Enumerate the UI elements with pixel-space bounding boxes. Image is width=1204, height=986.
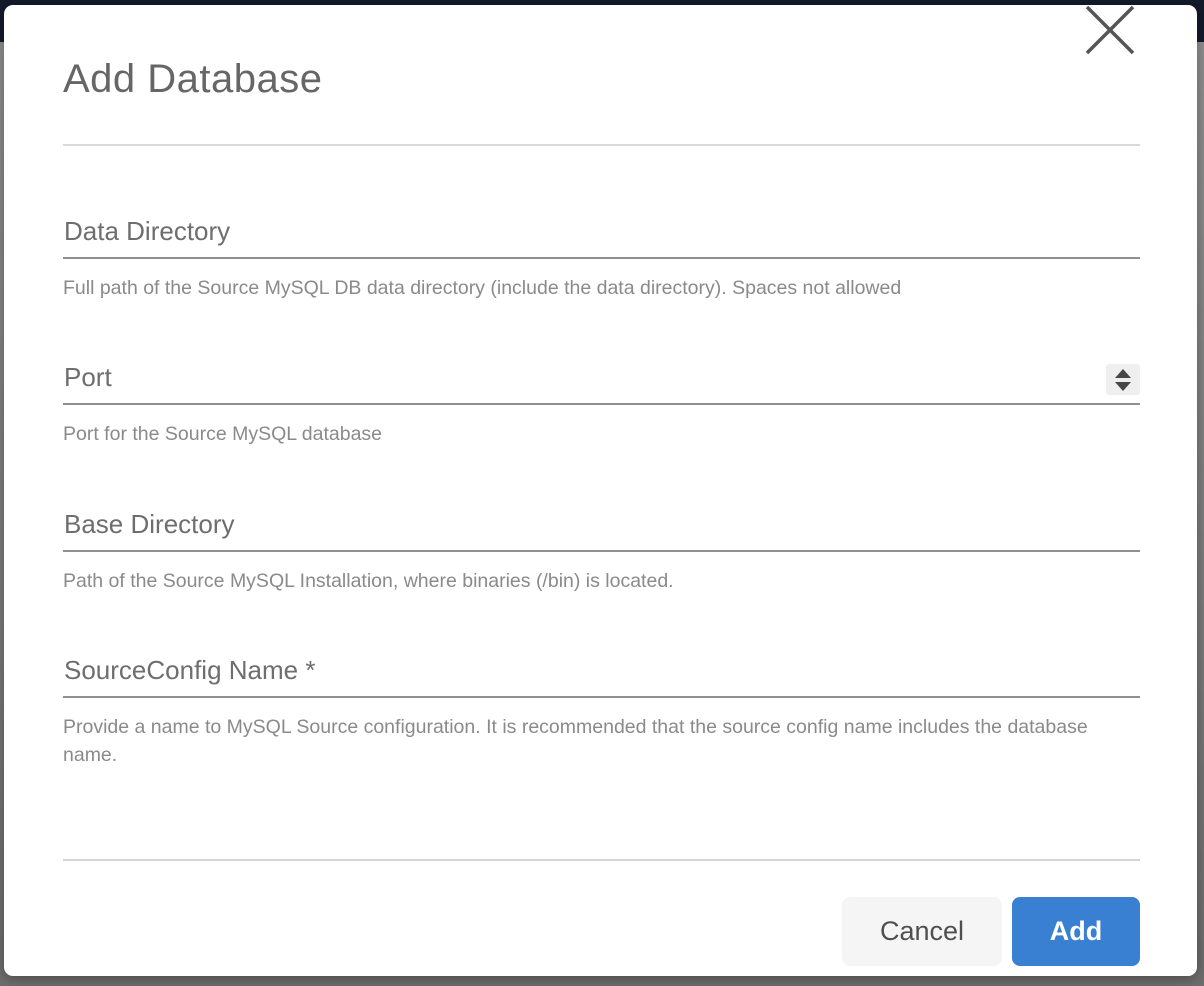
- data-directory-helper: Full path of the Source MySQL DB data di…: [63, 274, 1093, 302]
- field-data-directory: Full path of the Source MySQL DB data di…: [63, 212, 1140, 302]
- port-input[interactable]: [63, 358, 1140, 405]
- field-port: Port for the Source MySQL database: [63, 358, 1140, 448]
- port-helper: Port for the Source MySQL database: [63, 420, 1093, 448]
- field-base-directory: Path of the Source MySQL Installation, w…: [63, 505, 1140, 595]
- sourceconfig-name-input[interactable]: [63, 651, 1140, 698]
- field-sourceconfig-name: Provide a name to MySQL Source configura…: [63, 651, 1140, 770]
- port-stepper[interactable]: [1106, 364, 1140, 395]
- data-directory-input[interactable]: [63, 212, 1140, 259]
- add-button[interactable]: Add: [1012, 897, 1140, 966]
- base-directory-helper: Path of the Source MySQL Installation, w…: [63, 567, 1093, 595]
- footer-divider: [63, 859, 1140, 861]
- base-directory-input[interactable]: [63, 505, 1140, 552]
- stepper-down-icon[interactable]: [1115, 382, 1131, 391]
- add-database-dialog: Add Database Full path of the Source MyS…: [4, 5, 1197, 976]
- dialog-header: Add Database: [63, 5, 1140, 103]
- close-button[interactable]: [1081, 5, 1137, 59]
- sourceconfig-name-helper: Provide a name to MySQL Source configura…: [63, 713, 1093, 770]
- dialog-footer: Cancel Add: [63, 897, 1140, 966]
- close-icon: [1081, 5, 1137, 59]
- cancel-button[interactable]: Cancel: [842, 897, 1002, 966]
- stepper-up-icon[interactable]: [1115, 369, 1131, 378]
- header-divider: [63, 144, 1140, 146]
- dialog-title: Add Database: [63, 55, 1140, 103]
